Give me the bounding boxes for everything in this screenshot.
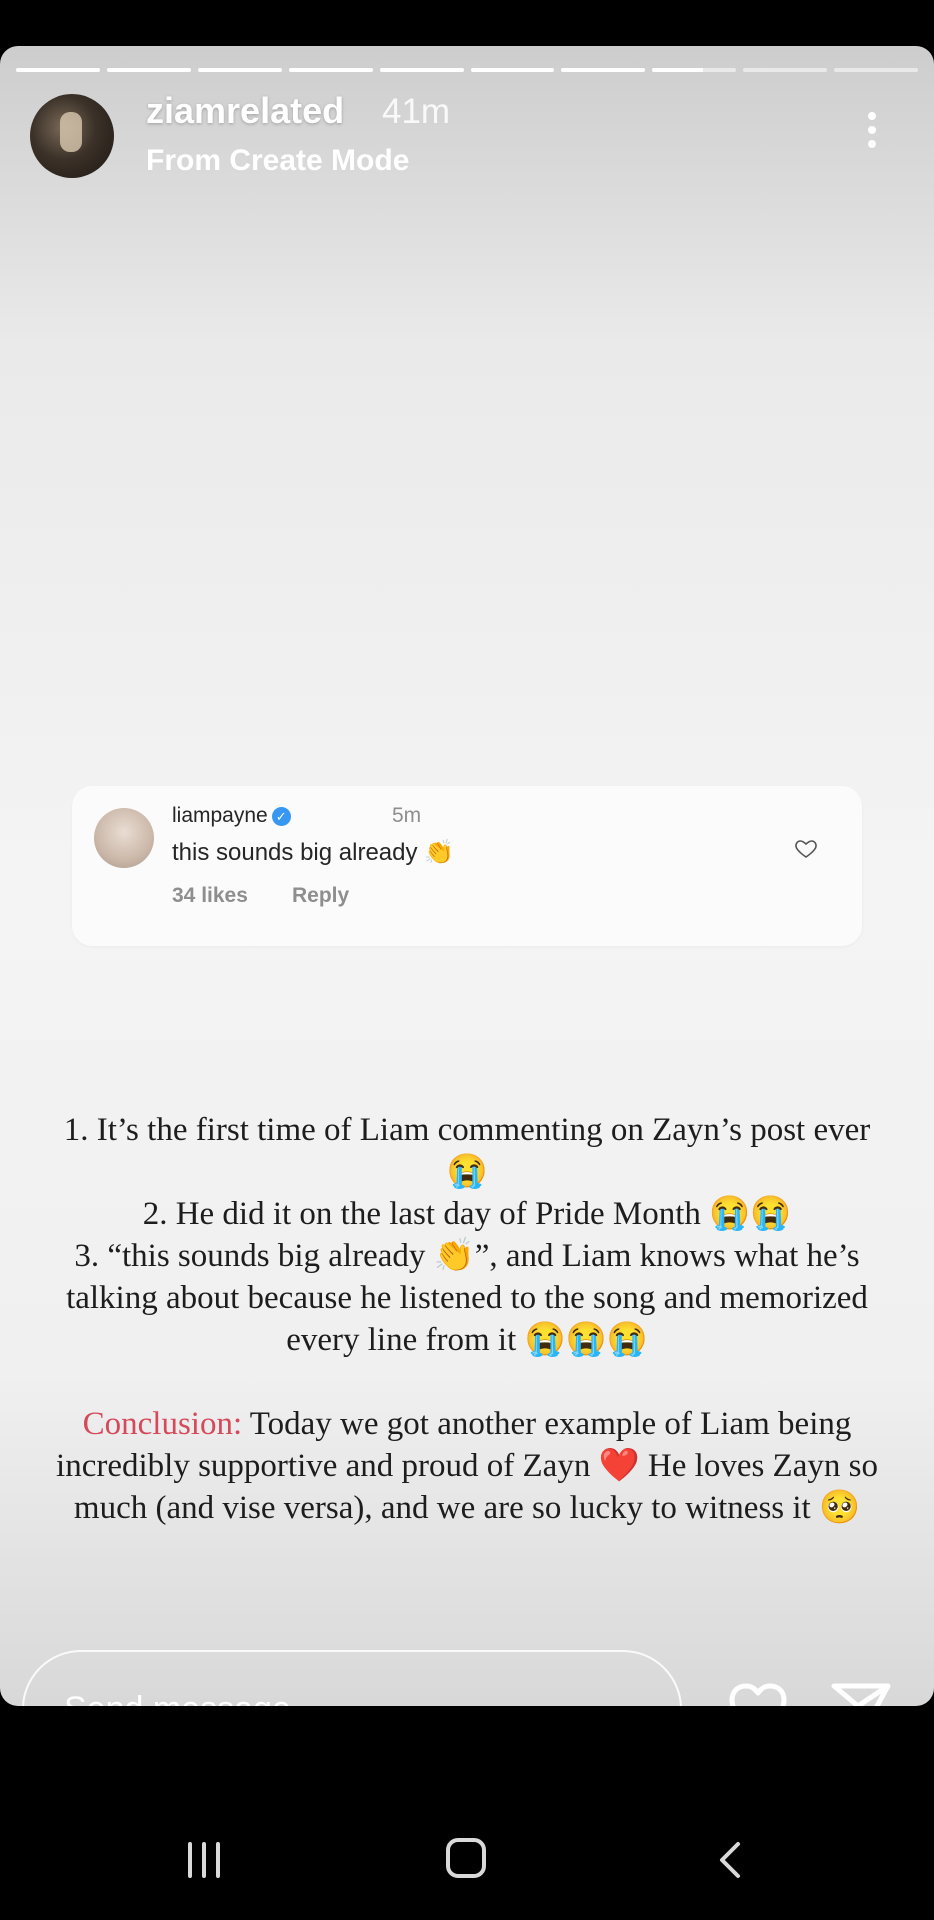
text-line-3: 3. “this sounds big already 👏”, and Liam… [66,1238,868,1358]
conclusion-paragraph: Conclusion: Today we got another example… [50,1403,884,1529]
progress-segment [106,68,191,72]
system-nav-bar [0,1706,934,1920]
progress-segment [16,68,100,72]
conclusion-label: Conclusion: [82,1406,243,1442]
comment-time: 5m [392,804,422,827]
comment-avatar [94,808,154,868]
progress-segment [743,68,828,72]
progress-segment [197,68,282,72]
recent-apps-icon[interactable] [184,1842,224,1878]
more-icon[interactable] [860,112,884,156]
comment-screenshot: liampayne ✓ 5m this sounds big already 👏 … [72,786,862,946]
comment-likes: 34 likes [172,884,248,907]
text-line-1: 1. It’s the first time of Liam commentin… [63,1112,871,1190]
story-subtitle: From Create Mode [146,144,410,177]
comment-username: liampayne [172,804,268,827]
text-line-2: 2. He did it on the last day of Pride Mo… [142,1196,792,1232]
story-viewer[interactable]: ziamrelated 41m From Create Mode liampay… [0,46,934,1706]
verified-icon: ✓ [271,806,291,826]
send-message-input[interactable]: Send message [22,1650,682,1706]
story-time: 41m [382,92,451,131]
progress-segment [470,68,555,72]
back-icon[interactable] [714,1840,744,1880]
progress-segment [379,68,464,72]
story-progress-bar [16,68,919,72]
comment-reply: Reply [292,884,350,907]
progress-segment [561,68,646,72]
story-username[interactable]: ziamrelated [146,90,344,132]
progress-segment [652,68,737,72]
message-placeholder: Send message [64,1690,291,1706]
profile-avatar[interactable] [30,94,114,178]
progress-segment [834,68,919,72]
send-icon[interactable] [830,1680,892,1706]
story-text: 1. It’s the first time of Liam commentin… [50,1109,884,1529]
heart-icon [795,840,817,858]
comment-username-wrap: liampayne ✓ [172,804,291,828]
heart-icon[interactable] [726,1682,790,1706]
home-icon[interactable] [446,1838,486,1878]
progress-segment [288,68,373,72]
comment-text: this sounds big already 👏 [172,839,455,866]
